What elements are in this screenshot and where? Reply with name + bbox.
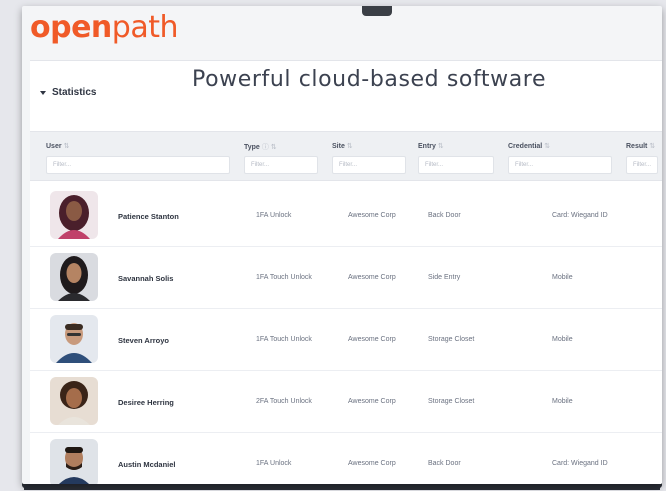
user-name[interactable]: Desiree Herring — [118, 398, 174, 407]
statistics-card: Statistics Powerful cloud-based software… — [30, 60, 662, 484]
credential-cell: Card: Wiegand ID — [552, 460, 608, 467]
column-label: Credential — [508, 143, 543, 150]
credential-cell: Mobile — [552, 274, 573, 281]
type-cell: 1FA Touch Unlock — [256, 336, 312, 343]
credential-cell: Mobile — [552, 336, 573, 343]
column-label: Site — [332, 143, 345, 150]
sort-icon[interactable]: ⇅ — [64, 143, 70, 150]
column-label: User — [46, 143, 62, 150]
site-cell: Awesome Corp — [348, 398, 396, 405]
column-label: Type — [244, 144, 260, 151]
table-row[interactable]: Desiree Herring 2FA Touch Unlock Awesome… — [30, 371, 662, 433]
filter-entry-input[interactable]: Filter... — [418, 156, 494, 174]
type-cell: 1FA Unlock — [256, 460, 292, 467]
credential-cell: Mobile — [552, 398, 573, 405]
user-name[interactable]: Austin Mcdaniel — [118, 460, 176, 469]
filter-site-input[interactable]: Filter... — [332, 156, 406, 174]
statistics-toggle[interactable]: Statistics — [40, 87, 96, 98]
table-row[interactable]: Steven Arroyo 1FA Touch Unlock Awesome C… — [30, 309, 662, 371]
user-name[interactable]: Patience Stanton — [118, 212, 179, 221]
section-title: Statistics — [52, 87, 97, 98]
help-circle-icon[interactable]: ⓘ — [262, 144, 269, 151]
site-cell: Awesome Corp — [348, 212, 396, 219]
filter-credential-input[interactable]: Filter... — [508, 156, 612, 174]
site-cell: Awesome Corp — [348, 460, 396, 467]
user-name[interactable]: Savannah Solis — [118, 274, 173, 283]
sort-icon[interactable]: ⇅ — [544, 143, 550, 150]
entry-cell: Back Door — [428, 460, 461, 467]
avatar — [50, 315, 98, 363]
site-cell: Awesome Corp — [348, 274, 396, 281]
caret-down-icon — [40, 90, 46, 95]
camera-notch — [362, 6, 392, 16]
sort-icon[interactable]: ⇅ — [649, 143, 655, 150]
entry-cell: Back Door — [428, 212, 461, 219]
filter-type-input[interactable]: Filter... — [244, 156, 318, 174]
avatar — [50, 191, 98, 239]
column-header-type[interactable]: Type ⓘ ⇅ — [244, 142, 277, 152]
column-header-entry[interactable]: Entry ⇅ — [418, 142, 444, 150]
filter-user-input[interactable]: Filter... — [46, 156, 230, 174]
avatar — [50, 253, 98, 301]
logo-path: path — [111, 10, 179, 45]
type-cell: 1FA Touch Unlock — [256, 274, 312, 281]
type-cell: 1FA Unlock — [256, 212, 292, 219]
user-name[interactable]: Steven Arroyo — [118, 336, 169, 345]
entry-cell: Side Entry — [428, 274, 461, 281]
app-screen: openpath Statistics Powerful cloud-based… — [22, 6, 662, 484]
table-row[interactable]: Savannah Solis 1FA Touch Unlock Awesome … — [30, 247, 662, 309]
entry-cell: Storage Closet — [428, 336, 475, 343]
column-label: Entry — [418, 143, 436, 150]
openpath-logo: openpath — [30, 8, 179, 48]
credential-cell: Card: Wiegand ID — [552, 212, 608, 219]
sort-icon[interactable]: ⇅ — [271, 144, 277, 151]
column-header-credential[interactable]: Credential ⇅ — [508, 142, 550, 150]
type-cell: 2FA Touch Unlock — [256, 398, 312, 405]
table-header: User ⇅ Type ⓘ ⇅ Site ⇅ Entry ⇅ Credential ⇅ Re… — [30, 131, 662, 181]
avatar — [50, 439, 98, 484]
column-label: Result — [626, 143, 648, 150]
events-table: User ⇅ Type ⓘ ⇅ Site ⇅ Entry ⇅ Credential ⇅ Re… — [30, 131, 662, 484]
site-cell: Awesome Corp — [348, 336, 396, 343]
tagline-overlay: Powerful cloud-based software — [192, 67, 547, 92]
logo-open: open — [30, 10, 112, 45]
column-header-site[interactable]: Site ⇅ — [332, 142, 353, 150]
column-header-result[interactable]: Result ⇅ — [626, 142, 655, 150]
table-row[interactable]: Patience Stanton 1FA Unlock Awesome Corp… — [30, 185, 662, 247]
sort-icon[interactable]: ⇅ — [438, 143, 444, 150]
table-row[interactable]: Austin Mcdaniel 1FA Unlock Awesome Corp … — [30, 433, 662, 484]
sort-icon[interactable]: ⇅ — [347, 143, 353, 150]
avatar — [50, 377, 98, 425]
entry-cell: Storage Closet — [428, 398, 475, 405]
column-header-user[interactable]: User ⇅ — [46, 142, 69, 150]
filter-result-input[interactable]: Filter... — [626, 156, 658, 174]
